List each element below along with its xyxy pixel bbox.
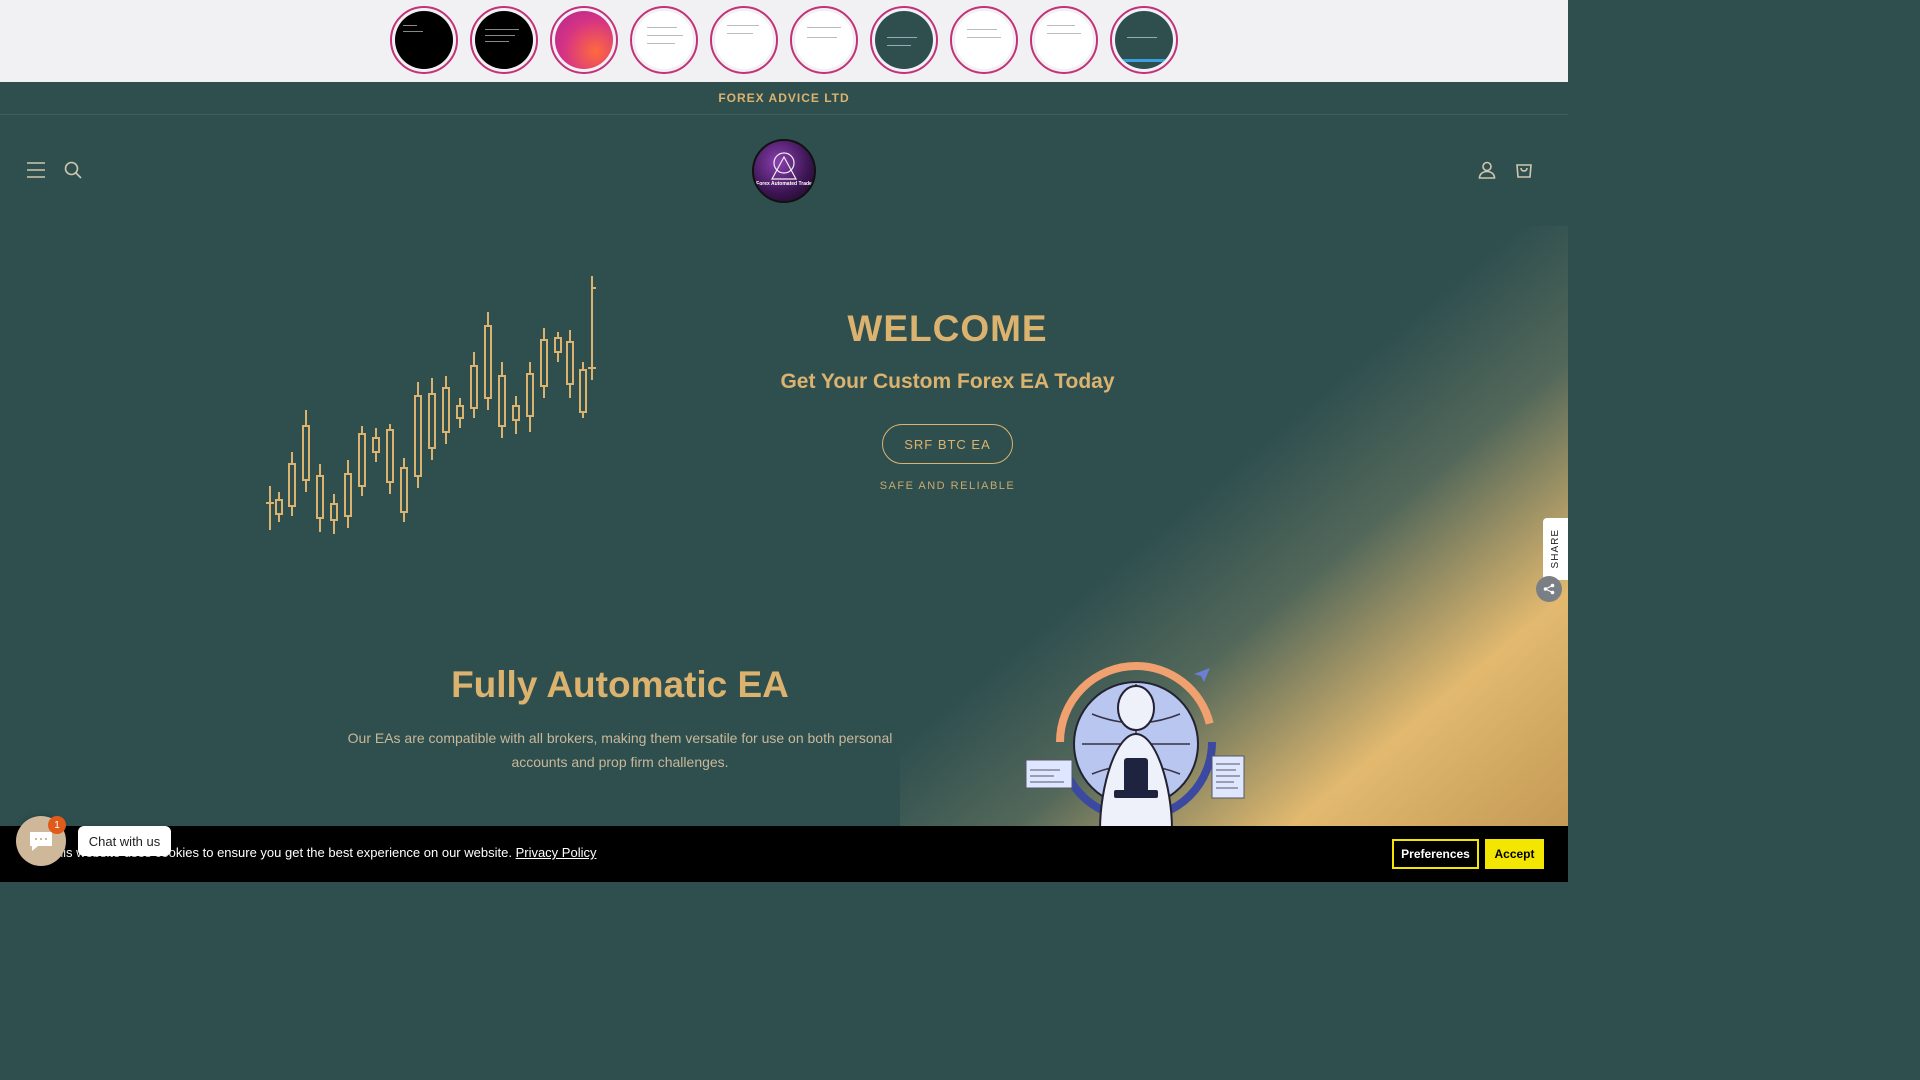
preferences-button[interactable]: Preferences (1392, 839, 1479, 869)
story-5[interactable] (710, 6, 778, 74)
account-icon (1478, 161, 1496, 179)
story-3[interactable] (550, 6, 618, 74)
announcement-bar: FOREX ADVICE LTD (0, 82, 1568, 115)
candlestick-chart-graphic (266, 276, 596, 534)
srf-btc-ea-button[interactable]: SRF BTC EA (882, 424, 1013, 464)
search-button[interactable] (58, 155, 88, 185)
share-button[interactable] (1536, 576, 1562, 602)
cart-button[interactable] (1509, 155, 1539, 185)
story-1[interactable] (390, 6, 458, 74)
robot-illustration (1025, 662, 1245, 830)
privacy-policy-link[interactable]: Privacy Policy (516, 845, 597, 860)
chat-icon (30, 832, 52, 851)
section-title: Fully Automatic EA (451, 664, 789, 705)
share-icon (1543, 583, 1555, 595)
announcement-text: FOREX ADVICE LTD (718, 91, 850, 105)
share-tab[interactable]: SHARE (1543, 518, 1568, 580)
hero-title: WELCOME (847, 308, 1048, 349)
story-4[interactable] (630, 6, 698, 74)
section-description: Our EAs are compatible with all brokers,… (347, 730, 893, 770)
story-9[interactable] (1030, 6, 1098, 74)
stories-bar (0, 0, 1568, 82)
hero-tagline: SAFE AND RELIABLE (879, 480, 1016, 492)
menu-button[interactable] (21, 155, 51, 185)
cart-icon (1516, 164, 1532, 178)
accept-button[interactable]: Accept (1485, 839, 1544, 869)
account-button[interactable] (1472, 155, 1502, 185)
story-6[interactable] (790, 6, 858, 74)
share-label: SHARE (1550, 529, 1561, 569)
logo-emblem-icon (770, 152, 798, 180)
story-7[interactable] (870, 6, 938, 74)
search-icon (64, 161, 82, 179)
story-8[interactable] (950, 6, 1018, 74)
chat-label[interactable]: Chat with us (78, 826, 171, 856)
cookie-banner: This website uses cookies to ensure you … (0, 826, 1568, 882)
hamburger-icon (27, 162, 45, 178)
logo-text: Forex Automated Trade (756, 181, 812, 187)
hero-subtitle: Get Your Custom Forex EA Today (780, 370, 1115, 393)
story-2[interactable] (470, 6, 538, 74)
story-10[interactable] (1110, 6, 1178, 74)
site-logo[interactable]: Forex Automated Trade (752, 139, 816, 203)
chat-unread-badge: 1 (48, 816, 66, 834)
